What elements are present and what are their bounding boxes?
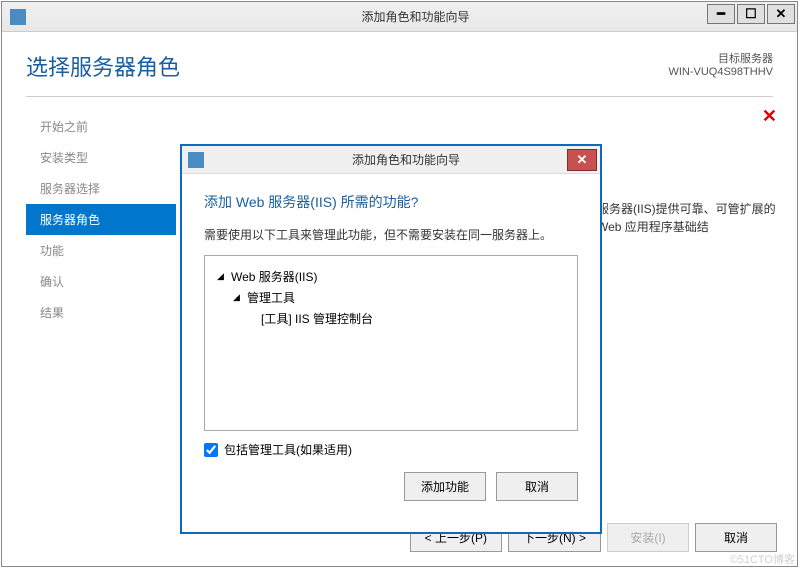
nav-step-install-type[interactable]: 安装类型 xyxy=(26,142,176,173)
dialog-icon xyxy=(188,152,204,168)
features-tree[interactable]: ◢Web 服务器(IIS) ◢管理工具 [工具] IIS 管理控制台 xyxy=(204,255,578,431)
tree-node-mgmt-tools[interactable]: ◢管理工具 xyxy=(233,287,565,308)
include-tools-input[interactable] xyxy=(204,443,218,457)
cancel-button[interactable]: 取消 xyxy=(695,523,777,552)
target-server-label: 目标服务器 xyxy=(668,50,773,66)
dialog-buttons: 添加功能 取消 xyxy=(204,472,578,501)
wizard-steps: 开始之前 安装类型 服务器选择 服务器角色 功能 确认 结果 xyxy=(26,111,176,328)
nav-step-server-roles[interactable]: 服务器角色 xyxy=(26,204,176,235)
tree-node-iis[interactable]: ◢Web 服务器(IIS) xyxy=(217,266,565,287)
nav-step-begin[interactable]: 开始之前 xyxy=(26,111,176,142)
dialog-title: 添加角色和功能向导 xyxy=(212,151,600,168)
role-description: 服务器(IIS)提供可靠、可管扩展的 Web 应用程序基础结 xyxy=(597,200,782,236)
include-tools-label: 包括管理工具(如果适用) xyxy=(224,441,352,458)
add-features-dialog: 添加角色和功能向导 ✕ 添加 Web 服务器(IIS) 所需的功能? 需要使用以… xyxy=(180,144,602,534)
target-server: 目标服务器 WIN-VUQ4S98THHV xyxy=(668,50,773,78)
target-server-value: WIN-VUQ4S98THHV xyxy=(668,66,773,78)
app-icon xyxy=(10,9,26,25)
maximize-button[interactable]: ☐ xyxy=(737,4,765,24)
nav-step-results[interactable]: 结果 xyxy=(26,297,176,328)
window-controls: ━ ☐ ✕ xyxy=(707,2,797,24)
collapse-icon[interactable]: ◢ xyxy=(233,292,243,303)
watermark: ©51CTO博客 xyxy=(730,551,795,567)
dialog-body: 添加 Web 服务器(IIS) 所需的功能? 需要使用以下工具来管理此功能，但不… xyxy=(182,174,600,532)
collapse-icon[interactable]: ◢ xyxy=(217,271,227,282)
window-title: 添加角色和功能向导 xyxy=(34,8,797,25)
alert-close-icon[interactable]: ✕ xyxy=(762,106,777,127)
install-button: 安装(I) xyxy=(607,523,689,552)
dialog-titlebar: 添加角色和功能向导 ✕ xyxy=(182,146,600,174)
dialog-description: 需要使用以下工具来管理此功能，但不需要安装在同一服务器上。 xyxy=(204,226,578,243)
minimize-button[interactable]: ━ xyxy=(707,4,735,24)
nav-step-server-select[interactable]: 服务器选择 xyxy=(26,173,176,204)
add-features-button[interactable]: 添加功能 xyxy=(404,472,486,501)
dialog-cancel-button[interactable]: 取消 xyxy=(496,472,578,501)
tree-node-iis-console[interactable]: [工具] IIS 管理控制台 xyxy=(261,308,565,329)
nav-step-features[interactable]: 功能 xyxy=(26,235,176,266)
content-area: 选择服务器角色 目标服务器 WIN-VUQ4S98THHV ✕ 开始之前 安装类… xyxy=(2,32,797,566)
close-button[interactable]: ✕ xyxy=(767,4,795,24)
main-window: 添加角色和功能向导 ━ ☐ ✕ 选择服务器角色 目标服务器 WIN-VUQ4S9… xyxy=(1,1,798,567)
page-header: 选择服务器角色 目标服务器 WIN-VUQ4S98THHV xyxy=(26,50,773,96)
page-title: 选择服务器角色 xyxy=(26,50,180,82)
nav-step-confirm[interactable]: 确认 xyxy=(26,266,176,297)
divider xyxy=(26,96,773,97)
dialog-heading: 添加 Web 服务器(IIS) 所需的功能? xyxy=(204,192,578,212)
include-tools-checkbox[interactable]: 包括管理工具(如果适用) xyxy=(204,441,578,458)
dialog-close-button[interactable]: ✕ xyxy=(567,149,597,171)
titlebar: 添加角色和功能向导 ━ ☐ ✕ xyxy=(2,2,797,32)
